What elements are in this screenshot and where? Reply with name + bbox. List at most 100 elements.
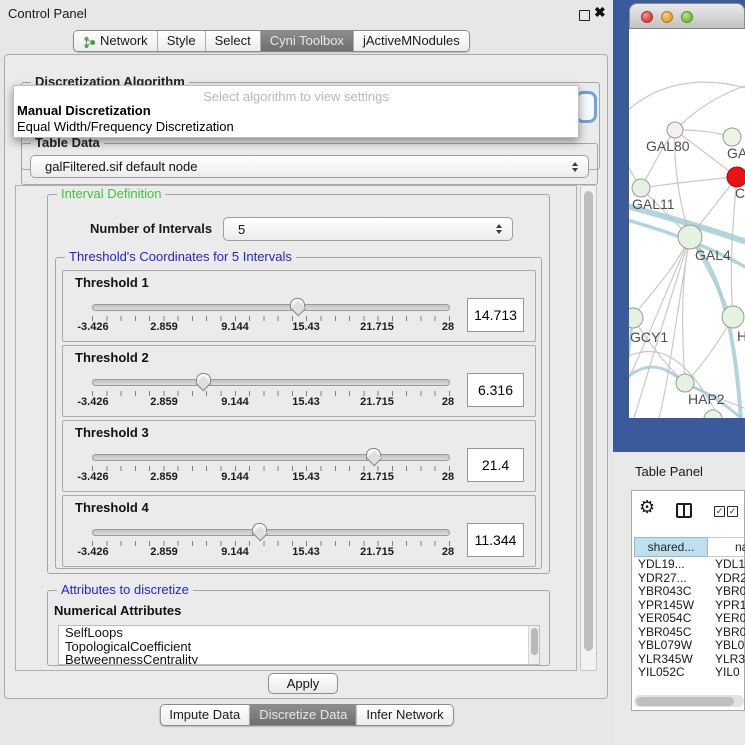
threshold-value-field[interactable]: 21.4 <box>467 448 524 482</box>
network-node[interactable] <box>678 225 702 249</box>
threshold-value-field[interactable]: 6.316 <box>467 373 524 407</box>
gear-icon[interactable]: ⚙ <box>639 498 655 516</box>
network-node[interactable] <box>722 306 744 328</box>
tab-impute-data[interactable]: Impute Data <box>160 705 250 725</box>
table-row[interactable]: YBR043CYBR0 <box>634 584 745 598</box>
cell-shared-name[interactable]: YBR043C <box>634 584 708 598</box>
table-row[interactable]: YLR345WYLR3 <box>634 652 745 666</box>
cell-name[interactable]: YBL0 <box>708 638 745 652</box>
stepper-icon <box>566 162 584 172</box>
table-row[interactable]: YPR145WYPR1 <box>634 598 745 612</box>
cell-name[interactable]: YDL1 <box>708 557 745 571</box>
scrollbar-thumb[interactable] <box>531 628 538 655</box>
table-row[interactable]: YIL052CYIL0 <box>634 665 745 679</box>
cell-name[interactable]: YBR0 <box>708 584 745 598</box>
cell-name[interactable]: YER0 <box>708 611 745 625</box>
stepper-icon <box>490 224 508 234</box>
slider-track[interactable] <box>92 454 450 461</box>
scrollbar-thumb[interactable] <box>584 191 593 651</box>
network-nodes[interactable] <box>629 122 745 418</box>
table-row[interactable]: YBL079WYBL0 <box>634 638 745 652</box>
table-horizontal-scrollbar[interactable] <box>634 695 744 707</box>
checkbox-icon[interactable]: ✓ <box>714 506 725 517</box>
network-node[interactable] <box>727 167 745 187</box>
cell-shared-name[interactable]: YLR345W <box>634 652 708 666</box>
cell-shared-name[interactable]: YDL19... <box>634 557 708 571</box>
slider-tick-label: 2.859 <box>150 546 178 558</box>
attributes-listbox[interactable]: SelfLoopsTopologicalCoefficientBetweenne… <box>58 625 540 665</box>
column-header-name[interactable]: na <box>708 537 745 557</box>
checkbox-icon[interactable]: ✓ <box>727 506 738 517</box>
cell-name[interactable]: YLR3 <box>708 652 745 666</box>
zoom-traffic-light[interactable] <box>681 11 693 23</box>
network-icon <box>83 35 96 48</box>
threshold-value-field[interactable]: 11.344 <box>467 523 524 557</box>
cell-name[interactable]: YPR1 <box>708 598 745 612</box>
tab-cyni-toolbox[interactable]: Cyni Toolbox <box>261 31 354 51</box>
tab-discretize-data[interactable]: Discretize Data <box>250 705 357 725</box>
node-label: C <box>735 185 745 201</box>
cell-shared-name[interactable]: YER054C <box>634 611 708 625</box>
attribute-list-item[interactable]: BetweennessCentrality <box>59 653 539 665</box>
slider-thumb[interactable] <box>196 373 211 385</box>
float-window-icon[interactable] <box>579 10 590 21</box>
cell-shared-name[interactable]: YIL052C <box>634 665 708 679</box>
slider-thumb[interactable] <box>252 523 267 535</box>
algorithm-option-equal-width[interactable]: Equal Width/Frequency Discretization <box>14 119 578 135</box>
pane-scrollbar[interactable] <box>580 185 597 671</box>
slider-tick-label: -3.426 <box>77 471 108 483</box>
cell-shared-name[interactable]: YPR145W <box>634 598 708 612</box>
network-node[interactable] <box>704 410 722 418</box>
network-canvas[interactable]: GAL80GACGAL11GAL4GCY1HHAP2 <box>629 29 745 418</box>
panel-title: Control Panel <box>8 6 87 21</box>
slider-thumb[interactable] <box>290 298 305 310</box>
tab-network[interactable]: Network <box>74 31 158 51</box>
tab-jactivemnodules[interactable]: jActiveMNodules <box>354 31 469 51</box>
slider-tick-label: 2.859 <box>150 321 178 333</box>
apply-button[interactable]: Apply <box>268 673 338 694</box>
cell-shared-name[interactable]: YDR27... <box>634 571 708 585</box>
slider-tick-marks <box>92 541 450 546</box>
slider-track[interactable] <box>92 379 450 386</box>
cell-shared-name[interactable]: YBR045C <box>634 625 708 639</box>
table-row[interactable]: YBR045CYBR0 <box>634 625 745 639</box>
cell-name[interactable]: YDR2 <box>708 571 745 585</box>
table-row[interactable]: YDR27...YDR2 <box>634 571 745 585</box>
threshold-value-field[interactable]: 14.713 <box>467 298 524 332</box>
network-node[interactable] <box>676 374 694 392</box>
attribute-list-item[interactable]: TopologicalCoefficient <box>59 640 539 654</box>
algorithm-option-manual[interactable]: Manual Discretization <box>14 103 578 119</box>
cell-shared-name[interactable]: YBL079W <box>634 638 708 652</box>
minimize-traffic-light[interactable] <box>661 11 673 23</box>
network-node[interactable] <box>632 179 650 197</box>
slider-track[interactable] <box>92 529 450 536</box>
tab-select[interactable]: Select <box>206 31 261 51</box>
scrollbar-thumb[interactable] <box>636 697 734 706</box>
cell-name[interactable]: YBR0 <box>708 625 745 639</box>
table-panel: Table Panel ⚙ ✓ ✓ shared... na YDL19...Y… <box>613 452 745 745</box>
network-node[interactable] <box>629 308 643 328</box>
column-header-shared-name[interactable]: shared... <box>634 537 708 557</box>
attributes-items: SelfLoopsTopologicalCoefficientBetweenne… <box>59 626 539 665</box>
network-node[interactable] <box>723 128 741 146</box>
close-traffic-light[interactable] <box>641 11 653 23</box>
table-row[interactable]: YDL19...YDL1 <box>634 557 745 571</box>
tab-infer-network[interactable]: Infer Network <box>357 705 452 725</box>
algorithm-hint: Select algorithm to view settings <box>14 86 578 103</box>
slider-track[interactable] <box>92 304 450 311</box>
tab-style[interactable]: Style <box>158 31 206 51</box>
table-header: shared... na <box>634 537 745 557</box>
slider-thumb[interactable] <box>366 448 381 460</box>
column-layout-icon[interactable] <box>676 503 692 518</box>
close-icon[interactable]: ✖ <box>594 4 606 21</box>
algorithm-dropdown-popup: Select algorithm to view settings Manual… <box>13 85 579 138</box>
threshold-label: Threshold 2 <box>75 350 149 365</box>
table-row[interactable]: YER054CYER0 <box>634 611 745 625</box>
table-data-combobox[interactable]: galFiltered.sif default node <box>30 155 589 178</box>
network-node[interactable] <box>667 122 683 138</box>
number-of-intervals-combobox[interactable]: 5 <box>223 217 513 241</box>
cell-name[interactable]: YIL0 <box>708 665 745 679</box>
attribute-list-item[interactable]: SelfLoops <box>59 626 539 640</box>
network-window-titlebar[interactable] <box>629 3 745 29</box>
attributes-scrollbar[interactable] <box>528 626 539 665</box>
